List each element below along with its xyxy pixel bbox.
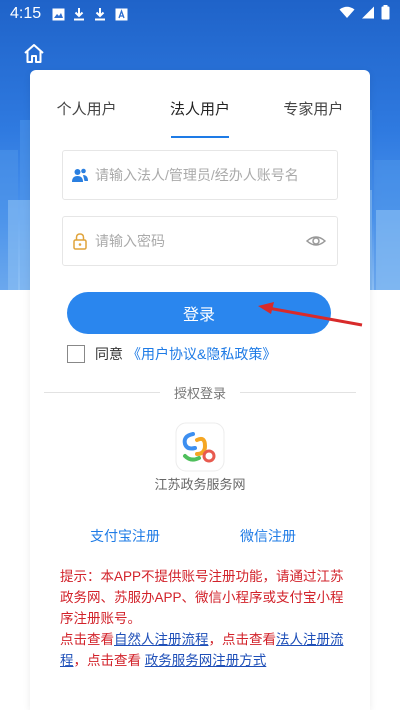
app-notification-icon bbox=[114, 7, 128, 21]
wifi-icon bbox=[339, 5, 355, 23]
user-group-icon bbox=[71, 166, 89, 184]
agree-label: 同意 bbox=[95, 346, 123, 362]
gov-service-register-link[interactable]: 政务服务网注册方式 bbox=[145, 653, 267, 668]
gallery-notification-icon bbox=[51, 7, 65, 21]
download-notification-icon-2 bbox=[93, 7, 107, 21]
natural-person-register-link[interactable]: 自然人注册流程 bbox=[114, 632, 209, 647]
account-input[interactable] bbox=[95, 167, 337, 183]
red-arrow-annotation bbox=[258, 302, 363, 327]
password-input[interactable] bbox=[95, 233, 305, 249]
tab-expert-user[interactable]: 专家用户 bbox=[257, 92, 370, 136]
auth-login-label: 授权登录 bbox=[174, 385, 227, 401]
download-notification-icon bbox=[72, 7, 86, 21]
auth-provider-name: 江苏政务服务网 bbox=[154, 477, 246, 492]
notice-text-2: 点击查看 bbox=[60, 632, 114, 647]
eye-icon[interactable] bbox=[305, 230, 327, 252]
status-time: 4:15 bbox=[10, 5, 42, 22]
suzhou-logo-icon[interactable] bbox=[175, 422, 225, 472]
lock-icon bbox=[71, 232, 89, 250]
auth-login-divider: 授权登录 bbox=[44, 382, 357, 402]
alipay-register-link[interactable]: 支付宝注册 bbox=[90, 526, 160, 546]
home-icon[interactable] bbox=[22, 42, 46, 66]
signal-icon bbox=[361, 5, 375, 23]
login-card: 个人用户 法人用户 专家用户 登录 同意 《用户协议&隐私政策》 授权登录 bbox=[30, 70, 370, 710]
password-field bbox=[62, 216, 338, 266]
registration-notice: 提示：本APP不提供账号注册功能，请通过江苏政务网、苏服办APP、微信小程序或支… bbox=[60, 566, 350, 671]
notice-text-1: 提示：本APP不提供账号注册功能，请通过江苏政务网、苏服办APP、微信小程序或支… bbox=[60, 569, 344, 626]
privacy-policy-link[interactable]: 《用户协议&隐私政策》 bbox=[127, 344, 276, 364]
account-field bbox=[62, 150, 338, 200]
notice-text-4: ，点击查看 bbox=[73, 653, 145, 668]
wechat-register-link[interactable]: 微信注册 bbox=[240, 526, 296, 546]
tab-personal-user[interactable]: 个人用户 bbox=[30, 92, 143, 136]
user-type-tabs: 个人用户 法人用户 专家用户 bbox=[30, 92, 370, 138]
battery-icon bbox=[381, 4, 390, 24]
agreement-checkbox[interactable] bbox=[67, 345, 85, 363]
notice-text-3: ，点击查看 bbox=[208, 632, 277, 647]
agreement-row: 同意 《用户协议&隐私政策》 bbox=[67, 344, 276, 364]
tab-legal-user[interactable]: 法人用户 bbox=[143, 92, 256, 138]
status-bar: 4:15 bbox=[0, 0, 400, 28]
